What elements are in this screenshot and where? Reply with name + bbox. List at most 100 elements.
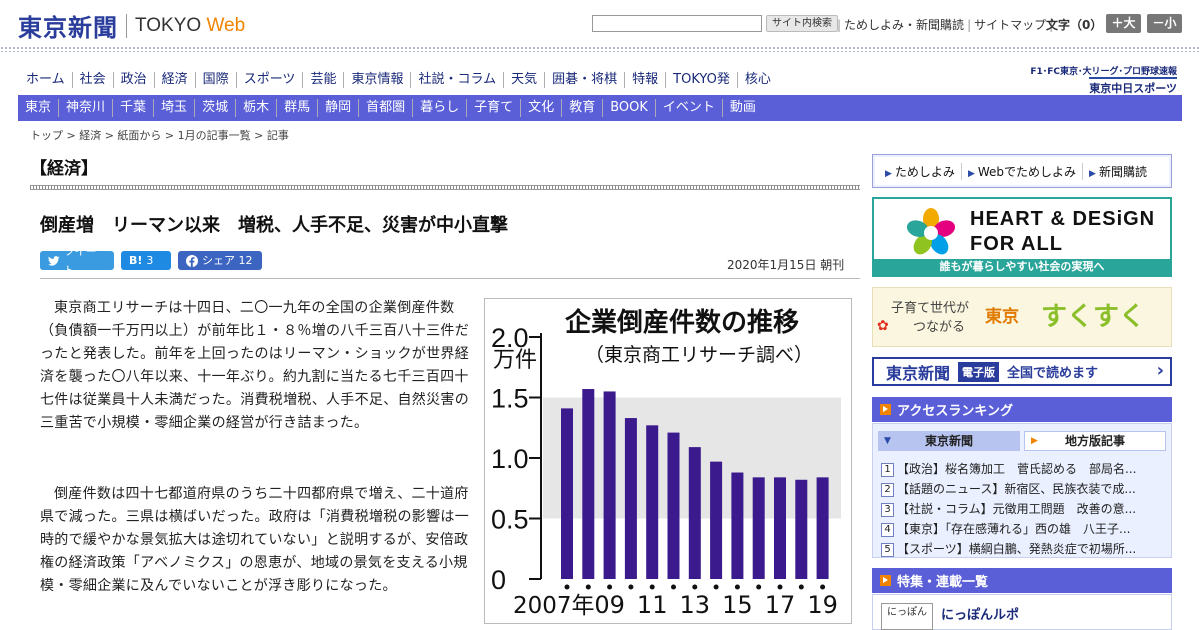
heart-design-banner[interactable]: HEART & DESiGN FOR ALL 誰もが暮らしやすい社会の実現へ [872,197,1172,277]
region-gunma[interactable]: 群馬 [277,99,319,117]
subscribe-link[interactable]: ▶ 新聞購読 [1083,163,1153,180]
heart-design-logo-icon [906,208,956,255]
feature-header: 特集・連載一覧 [872,568,1172,593]
region-tokyo[interactable]: 東京 [18,99,60,117]
article-date: 2020年1月15日 朝刊 [727,258,845,272]
chart-bar [624,418,637,579]
web-trial-link[interactable]: ▶ Webでためしよみ [962,162,1084,180]
nav-kakushin[interactable]: 核心 [738,72,778,88]
logo-divider [126,13,127,38]
sukusuku-tagline-1: 子育て世代が [891,301,970,316]
chart-bar [752,477,765,579]
tweet-button[interactable]: ツイート [40,245,114,277]
trial-subscribe-link[interactable]: ためしよみ・新聞購読 [844,16,964,33]
nav-education[interactable]: 教育 [562,99,604,117]
site-logo[interactable]: 東京新聞 TOKYO Web [18,8,245,43]
nav-tokyo-info[interactable]: 東京情報 [344,72,412,88]
ranking-tab-tokyo[interactable]: ▼ 東京新聞 [878,431,1020,451]
chevron-right-icon: › [1156,360,1164,381]
nippon-rupo-link[interactable]: にっぽんルポ [941,604,1019,623]
x-tick-dot [564,584,570,590]
sukusuku-name: すくすく [1041,302,1146,332]
subscribe-link-label: 新聞購読 [1098,164,1147,179]
region-tochigi[interactable]: 栃木 [236,99,278,117]
region-ibaraki[interactable]: 茨城 [195,99,237,117]
font-smaller-button[interactable]: －小 [1147,14,1182,33]
main-nav: ホーム 社会 政治 経済 国際 スポーツ 芸能 東京情報 社説・コラム 天気 囲… [18,70,778,90]
sitemap-link[interactable]: サイトマップ [974,16,1046,33]
rank-text: 【社説・コラム】元徴用工問題 改善の意... [897,502,1137,516]
article-paragraph-1: 東京商工リサーチは十四日、二〇一九年の全国の企業倒産件数（負債額一千万円以上）が… [40,300,469,431]
nav-parenting[interactable]: 子育て [467,99,522,117]
x-tick-label: 11 [637,591,668,619]
list-item[interactable]: 4 【東京】「存在感薄れる」西の雄 八王子... [881,519,1163,539]
nav-living[interactable]: 暮らし [413,99,468,117]
facebook-share-label: シェア 12 [202,254,253,267]
nav-editorial[interactable]: 社説・コラム [411,72,505,88]
rank-text: 【東京】「存在感薄れる」西の雄 八王子... [897,522,1131,536]
nav-culture[interactable]: 文化 [521,99,563,117]
nav-event[interactable]: イベント [656,99,723,117]
trial-link[interactable]: ▶ ためしよみ [879,162,962,180]
nav-politics[interactable]: 政治 [114,72,155,88]
font-bigger-button[interactable]: ＋大 [1106,14,1141,33]
list-item[interactable]: 1 【政治】桜名簿加工 菅氏認める 部局名... [881,459,1163,479]
link-divider: | [837,17,842,32]
sukusuku-tagline-2: つながる [913,320,966,335]
hatena-count: 3 [146,254,154,267]
list-item[interactable]: 3 【社説・コラム】元徴用工問題 改善の意... [881,499,1163,519]
nav-video[interactable]: 動画 [723,99,763,117]
y-tick-label: 1.5 [491,384,529,414]
nav-weather[interactable]: 天気 [504,72,546,88]
ranking-tab-local[interactable]: ▶ 地方版記事 [1024,431,1166,451]
logo-english: TOKYO Web [135,15,245,37]
search-input[interactable] [592,15,762,32]
nav-home[interactable]: ホーム [18,72,73,88]
nav-international[interactable]: 国際 [196,72,237,88]
digital-edition-banner[interactable]: 東京新聞 電子版 全国で読めます › [872,357,1172,386]
chart-bar [667,432,680,579]
chunichi-sports-link[interactable]: F1･FC東京･大リーグ･プロ野球速報 東京中日スポーツ [1025,64,1177,96]
breadcrumb[interactable]: トップ > 経済 > 紙面から > 1月の記事一覧 > 記事 [30,127,289,143]
nav-book[interactable]: BOOK [603,99,656,117]
nav-tokyo-hatsu[interactable]: TOKYO発 [666,72,738,88]
hatena-bookmark-button[interactable]: B! 3 [121,251,171,270]
web-trial-link-label: Webでためしよみ [977,164,1077,179]
digital-edition-logo: 東京新聞 [886,363,951,383]
site-search-button[interactable]: サイト内検索 [766,15,838,32]
x-tick-dot [798,584,804,590]
nav-society[interactable]: 社会 [73,72,114,88]
nav-igo-shogi[interactable]: 囲碁・将棋 [545,72,626,88]
sukusuku-banner[interactable]: ✿ 子育て世代が つながる 東京 すくすく [872,287,1172,347]
region-saitama[interactable]: 埼玉 [154,99,196,117]
nav-tokuho[interactable]: 特報 [625,72,667,88]
logo-tokyo: TOKYO [135,14,202,36]
x-tick-dot [628,584,634,590]
nav-sports[interactable]: スポーツ [237,72,304,88]
section-title: 【経済】 [30,159,98,179]
chart-bar [774,477,786,579]
chart-bar [731,472,744,579]
x-tick-dot [734,584,740,590]
nav-entertainment[interactable]: 芸能 [303,72,345,88]
flower-icon: ✿ [877,318,889,334]
list-item[interactable]: 5 【スポーツ】横綱白鵬、発熱炎症で初場所... [881,539,1163,559]
region-shutoken[interactable]: 首都圏 [359,99,414,117]
nippon-rupo-thumbnail[interactable]: にっぽん [881,603,933,630]
chart-title: 企業倒産件数の推移 [565,307,799,338]
region-shizuoka[interactable]: 静岡 [318,99,360,117]
x-tick-dot [607,584,613,590]
ranking-tab-tokyo-label: 東京新聞 [924,434,973,448]
x-tick-dot [585,584,591,590]
regional-nav: 東京 神奈川 千葉 埼玉 茨城 栃木 群馬 静岡 首都圏 暮らし 子育て 文化 … [18,95,1182,121]
ranking-header: アクセスランキング [872,397,1172,422]
region-kanagawa[interactable]: 神奈川 [59,99,114,117]
x-tick-label: 17 [765,591,796,619]
facebook-share-button[interactable]: シェア 12 [178,251,262,270]
rank-number: 1 [881,463,894,477]
nav-economy[interactable]: 経済 [155,72,196,88]
region-chiba[interactable]: 千葉 [113,99,155,117]
chart-bar [816,477,829,579]
list-item[interactable]: 2 【話題のニュース】新宿区、民族衣装で成... [881,479,1163,499]
rank-text: 【政治】桜名簿加工 菅氏認める 部局名... [897,462,1137,476]
